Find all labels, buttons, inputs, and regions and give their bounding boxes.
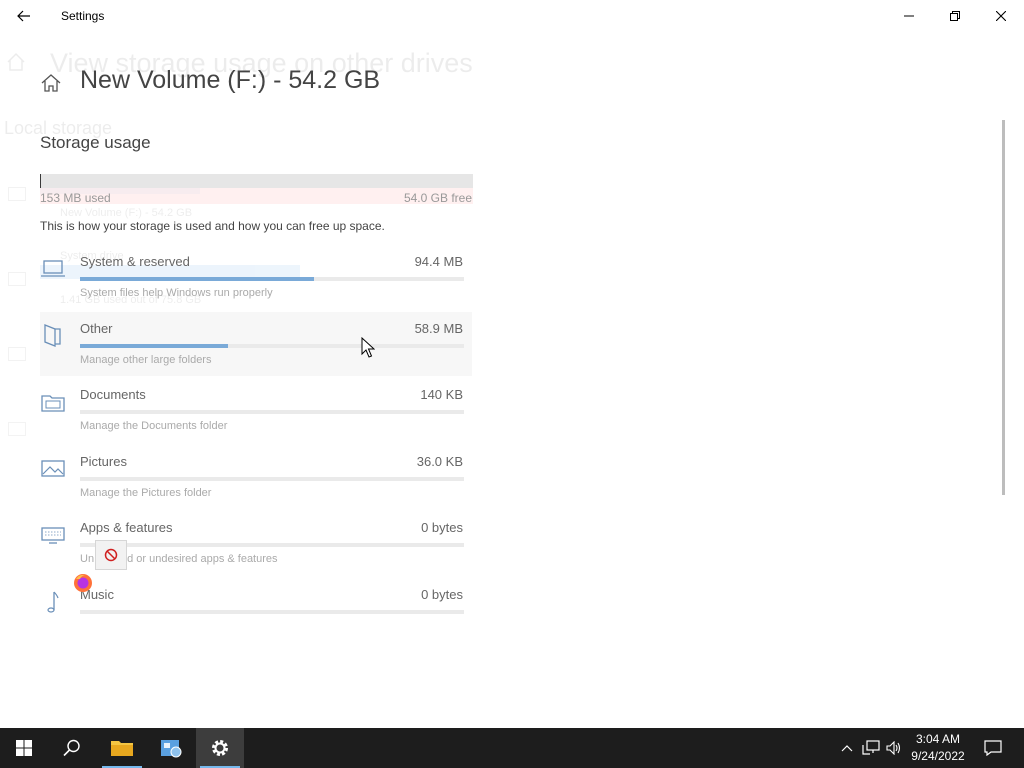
- category-label: Apps & features: [80, 520, 173, 535]
- drive-icon: [8, 422, 26, 436]
- restore-button[interactable]: [932, 0, 978, 32]
- category-size: 94.4 MB: [414, 254, 463, 269]
- clock[interactable]: 3:04 AM 9/24/2022: [905, 731, 971, 765]
- category-documents[interactable]: Documents 140 KB Manage the Documents fo…: [40, 378, 472, 442]
- category-size: 36.0 KB: [416, 454, 463, 469]
- laptop-icon: [41, 260, 65, 277]
- ghost-item-1: New Volume (F:) - 54.2 GB: [60, 207, 193, 219]
- taskbar: 3:04 AM 9/24/2022: [0, 728, 1024, 768]
- no-entry-icon: [104, 548, 118, 562]
- close-button[interactable]: [978, 0, 1024, 32]
- settings-taskbar-button[interactable]: [196, 728, 244, 768]
- restore-icon: [950, 11, 960, 21]
- category-size: 140 KB: [420, 387, 463, 402]
- arrow-left-icon: [17, 10, 30, 22]
- category-bar: [80, 277, 464, 281]
- music-icon: [47, 591, 59, 613]
- category-system-reserved[interactable]: System & reserved 94.4 MB System files h…: [40, 245, 472, 309]
- category-size: 0 bytes: [421, 520, 463, 535]
- volume-button[interactable]: [884, 728, 904, 768]
- clock-time: 3:04 AM: [915, 732, 961, 746]
- file-explorer-button[interactable]: [98, 728, 146, 768]
- category-label: Documents: [80, 387, 146, 402]
- search-button[interactable]: [48, 728, 96, 768]
- scrollbar[interactable]: [1002, 120, 1005, 495]
- documents-icon: [41, 395, 65, 412]
- category-label: Pictures: [80, 454, 127, 469]
- category-bar: [80, 477, 464, 481]
- minimize-button[interactable]: [886, 0, 932, 32]
- storage-usage-fill: [40, 174, 42, 188]
- window-title: Settings: [61, 9, 105, 23]
- chevron-up-icon: [841, 745, 853, 752]
- category-pictures[interactable]: Pictures 36.0 KB Manage the Pictures fol…: [40, 445, 472, 509]
- category-bar-fill: [80, 344, 228, 348]
- clock-date: 9/24/2022: [911, 749, 965, 763]
- apps-icon: [41, 527, 65, 544]
- action-center-button[interactable]: [978, 728, 1008, 768]
- category-size: 58.9 MB: [414, 321, 463, 336]
- category-other[interactable]: Other 58.9 MB Manage other large folders: [40, 312, 472, 376]
- show-hidden-icons-button[interactable]: [838, 728, 856, 768]
- search-icon: [63, 739, 80, 757]
- folder-icon: [111, 741, 133, 756]
- used-text: 153 MB used: [40, 191, 111, 205]
- network-button[interactable]: [860, 728, 882, 768]
- category-bar-fill: [80, 277, 315, 281]
- start-button[interactable]: [0, 728, 48, 768]
- category-bar: [80, 344, 464, 348]
- no-drop-indicator: [95, 540, 127, 570]
- category-bar: [80, 543, 464, 547]
- free-text: 54.0 GB free: [403, 191, 472, 205]
- drive-icon: [8, 347, 26, 361]
- gear-icon: [212, 740, 228, 756]
- title-bar: Settings: [0, 0, 1024, 32]
- category-music[interactable]: Music 0 bytes: [40, 578, 472, 642]
- category-label: Other: [80, 321, 113, 336]
- back-button[interactable]: [8, 4, 40, 28]
- close-icon: [996, 11, 1006, 21]
- category-label: System & reserved: [80, 254, 190, 269]
- section-title: Storage usage: [40, 133, 151, 152]
- drive-icon: [8, 272, 26, 286]
- network-icon: [862, 740, 880, 755]
- speaker-icon: [886, 741, 901, 755]
- category-subtext: Manage the Documents folder: [80, 420, 228, 432]
- control-panel-icon: [161, 740, 182, 758]
- windows-logo-icon: [16, 740, 32, 756]
- home-icon[interactable]: [40, 72, 62, 94]
- category-subtext: Manage other large folders: [80, 354, 212, 366]
- minimize-icon: [904, 15, 914, 17]
- notification-icon: [984, 740, 1002, 756]
- page-title: New Volume (F:) - 54.2 GB: [80, 66, 381, 94]
- folder-other-icon: [44, 324, 61, 347]
- category-bar: [80, 610, 464, 614]
- taskbar-app-button[interactable]: [147, 728, 195, 768]
- category-size: 0 bytes: [421, 587, 463, 602]
- category-bar: [80, 410, 464, 414]
- usage-description: This is how your storage is used and how…: [40, 219, 385, 233]
- pictures-icon: [41, 460, 65, 477]
- storage-usage-bar: [40, 174, 473, 188]
- category-subtext: Manage the Pictures folder: [80, 487, 212, 499]
- mouse-cursor: [361, 337, 375, 358]
- home-icon: [7, 52, 25, 71]
- firefox-icon: [74, 574, 92, 592]
- category-subtext: System files help Windows run properly: [80, 287, 273, 299]
- drive-icon: [8, 187, 26, 201]
